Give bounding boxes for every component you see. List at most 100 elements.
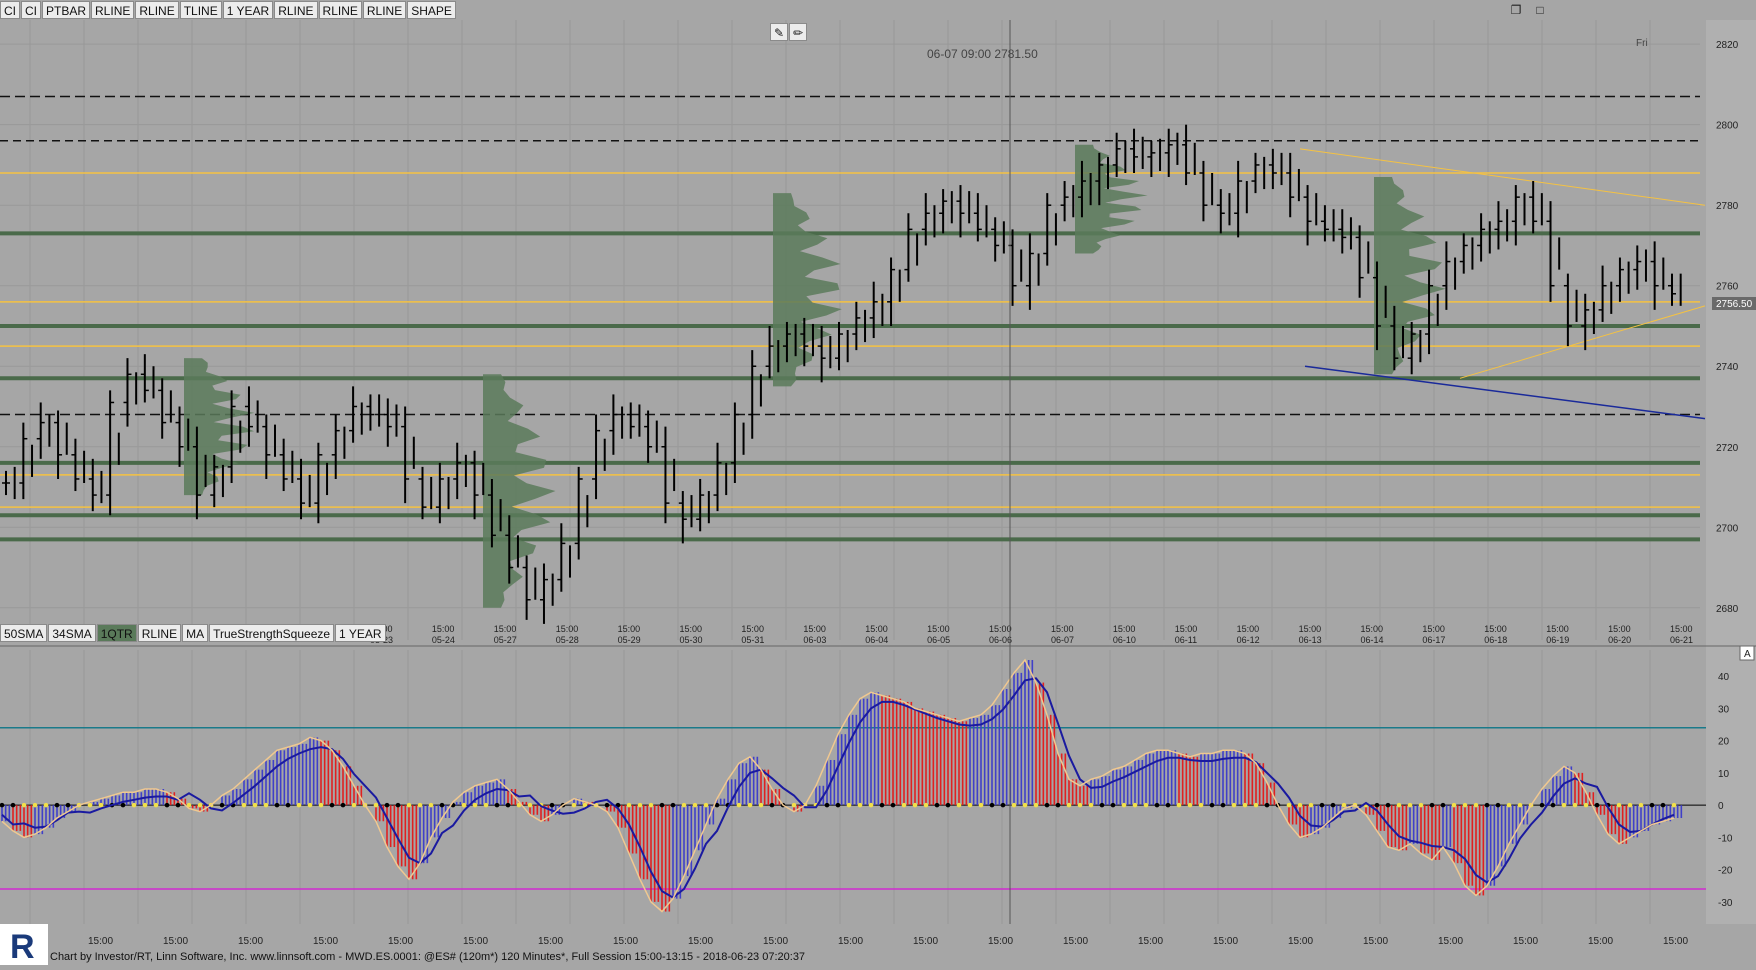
squeeze-dot <box>1649 802 1655 808</box>
time-tick-label: 15:00 <box>680 624 703 634</box>
squeeze-dot <box>1550 802 1556 808</box>
squeeze-dot <box>1077 802 1083 808</box>
squeeze-dot <box>670 802 676 808</box>
squeeze-dot <box>98 802 104 808</box>
lower-button-ma[interactable]: MA <box>182 624 209 642</box>
squeeze-dot <box>285 802 291 808</box>
squeeze-dot <box>791 802 797 808</box>
pencil-alt-icon[interactable]: ✏ <box>789 23 808 41</box>
squeeze-dot <box>1308 802 1314 808</box>
squeeze-dot <box>10 802 16 808</box>
squeeze-dot <box>1473 802 1479 808</box>
indicator-tick-label: -10 <box>1718 833 1733 844</box>
squeeze-dot <box>461 802 467 808</box>
squeeze-dot <box>1330 802 1336 808</box>
date-tick-label: 06-18 <box>1484 635 1507 645</box>
squeeze-dot <box>384 802 390 808</box>
indicator-time-label: 15:00 <box>1063 936 1088 947</box>
squeeze-dot <box>637 802 643 808</box>
squeeze-dot <box>1396 802 1402 808</box>
time-tick-label: 15:00 <box>1175 624 1198 634</box>
lower-button-34sma[interactable]: 34SMA <box>48 624 96 642</box>
squeeze-dot <box>439 802 445 808</box>
squeeze-dot <box>857 802 863 808</box>
squeeze-dot <box>1022 802 1028 808</box>
squeeze-dot <box>340 802 346 808</box>
indicator-time-label: 15:00 <box>838 936 863 947</box>
squeeze-dot <box>1341 802 1347 808</box>
pencil-icon[interactable]: ✎ <box>770 23 789 41</box>
squeeze-dot <box>1033 802 1039 808</box>
squeeze-dot <box>54 802 60 808</box>
squeeze-dot <box>1572 802 1578 808</box>
lower-button-1-year[interactable]: 1 YEAR <box>335 624 386 642</box>
squeeze-dot <box>923 802 929 808</box>
time-tick-label: 15:00 <box>865 624 888 634</box>
lower-button-rline[interactable]: RLINE <box>137 624 182 642</box>
squeeze-dot <box>1319 802 1325 808</box>
squeeze-dot <box>263 802 269 808</box>
indicator-time-label: 15:00 <box>1588 936 1613 947</box>
squeeze-dot <box>406 802 412 808</box>
price-chart[interactable]: 28202800278027602740272027002680 15:0005… <box>0 0 1756 965</box>
indicator-tick-label: 30 <box>1718 704 1730 715</box>
price-tick-label: 2780 <box>1716 201 1739 212</box>
squeeze-dot <box>307 802 313 808</box>
lower-button-truestrengthsqueeze[interactable]: TrueStrengthSqueeze <box>209 624 335 642</box>
indicator-tick-label: 20 <box>1718 737 1730 748</box>
squeeze-dot <box>1176 802 1182 808</box>
date-tick-label: 05-28 <box>556 635 579 645</box>
squeeze-dot <box>758 802 764 808</box>
squeeze-dot <box>1671 802 1677 808</box>
squeeze-dot <box>1264 802 1270 808</box>
status-footer: Chart by Investor/RT, Linn Software, Inc… <box>50 951 806 963</box>
price-tick-label: 2720 <box>1716 443 1739 454</box>
squeeze-dot <box>1561 802 1567 808</box>
squeeze-dot <box>1583 802 1589 808</box>
lower-toolbar: 50SMA 34SMA 1QTR RLINE MA TrueStrengthSqueeze… <box>0 623 386 643</box>
date-tick-label: 06-21 <box>1670 635 1693 645</box>
squeeze-dot <box>989 802 995 808</box>
indicator-time-label: 15:00 <box>1288 936 1313 947</box>
indicator-time-label: 15:00 <box>1438 936 1463 947</box>
squeeze-dot <box>43 802 49 808</box>
squeeze-dot <box>1187 802 1193 808</box>
squeeze-dot <box>912 802 918 808</box>
indicator-axis-bg <box>1706 646 1756 924</box>
date-tick-label: 06-12 <box>1237 635 1260 645</box>
date-tick-label: 05-24 <box>432 635 455 645</box>
indicator-time-label: 15:00 <box>988 936 1013 947</box>
date-tick-label: 06-14 <box>1360 635 1383 645</box>
squeeze-dot <box>1099 802 1105 808</box>
date-tick-label: 06-19 <box>1546 635 1569 645</box>
time-tick-label: 15:00 <box>494 624 517 634</box>
squeeze-dot <box>1429 802 1435 808</box>
indicator-tick-label: 0 <box>1718 801 1724 812</box>
squeeze-dot <box>934 802 940 808</box>
date-tick-label: 05-29 <box>618 635 641 645</box>
time-tick-label: 15:00 <box>618 624 641 634</box>
squeeze-dot <box>1242 802 1248 808</box>
sub-pane-label: A <box>1744 649 1751 660</box>
indicator-time-label: 15:00 <box>1513 936 1538 947</box>
squeeze-dot <box>1000 802 1006 808</box>
squeeze-dot <box>329 802 335 808</box>
squeeze-dot <box>1220 802 1226 808</box>
squeeze-dot <box>1462 802 1468 808</box>
indicator-time-label: 15:00 <box>1663 936 1688 947</box>
price-tick-label: 2680 <box>1716 604 1739 615</box>
day-label: Fri <box>1636 38 1648 49</box>
time-tick-label: 15:00 <box>1237 624 1260 634</box>
squeeze-dot <box>967 802 973 808</box>
price-pane-bg <box>0 20 1706 646</box>
lower-button-1qtr[interactable]: 1QTR <box>96 624 137 642</box>
squeeze-dot <box>703 802 709 808</box>
squeeze-dot <box>142 802 148 808</box>
price-tick-label: 2760 <box>1716 282 1739 293</box>
squeeze-dot <box>846 802 852 808</box>
squeeze-dot <box>945 802 951 808</box>
indicator-time-label: 15:00 <box>1138 936 1163 947</box>
squeeze-dot <box>505 802 511 808</box>
squeeze-dot <box>659 802 665 808</box>
lower-button-50sma[interactable]: 50SMA <box>0 624 48 642</box>
